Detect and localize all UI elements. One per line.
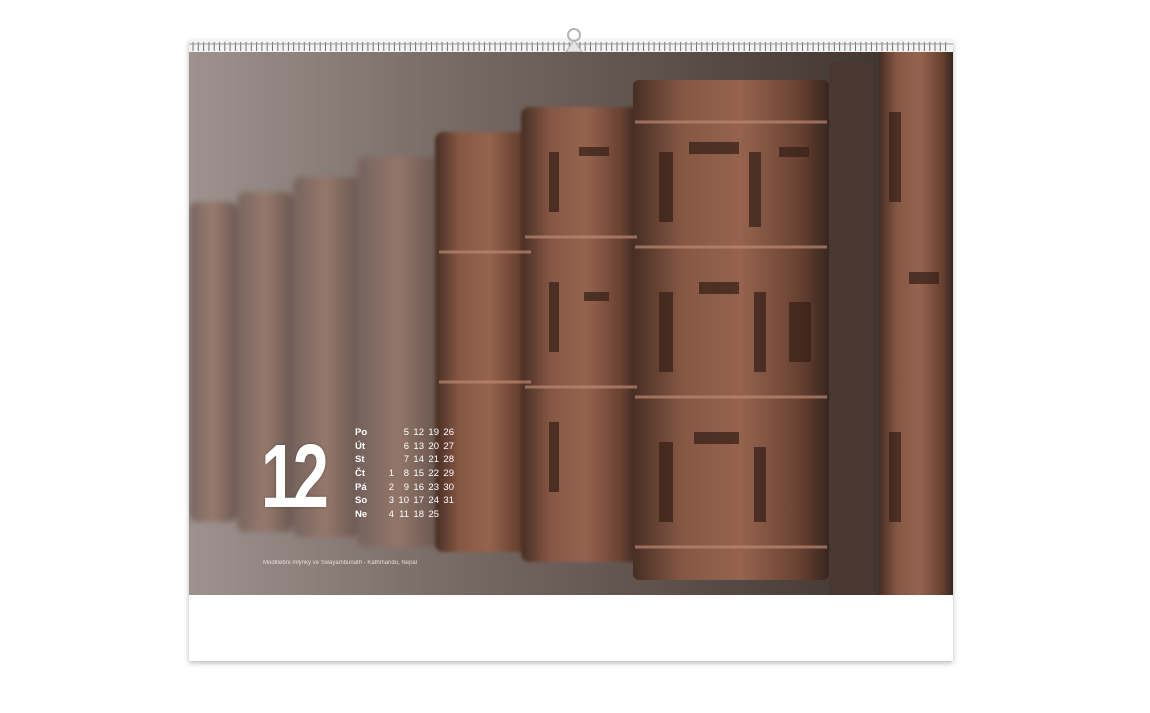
calendar-bottom-margin [189,595,953,661]
day-number: 2 [388,481,394,493]
wall-calendar: 12 Po 5 12 19 26 Út 6 13 20 27 St 7 14 21 28 Čt 1 8 15 22 29… [189,28,953,661]
weekday-row: Pá 2 9 16 23 30 [355,480,455,494]
weekday-label: So [355,495,368,507]
day-number: 21 [428,454,439,466]
day-number: 16 [413,481,424,493]
day-number: 1 [388,468,394,480]
day-number: 26 [443,427,454,439]
day-number: 23 [428,481,439,493]
day-number: 10 [398,495,409,507]
weekday-label: Po [355,427,368,439]
day-number: 11 [399,508,409,520]
day-number: 17 [413,495,424,507]
weekday-label: Ne [355,508,368,520]
day-number: 20 [428,440,439,452]
day-number: 13 [413,440,424,452]
day-number: 12 [413,427,424,439]
day-number: 9 [403,481,409,493]
month-number: 12 [261,427,329,527]
day-number: 3 [388,495,394,507]
day-number: 31 [443,495,454,507]
day-number: 5 [403,427,409,439]
day-number: 29 [443,468,454,480]
weekday-row: So 3 10 17 24 31 [355,494,455,508]
weekday-row: Ne 4 11 18 25 [355,508,455,522]
day-number: 30 [443,481,454,493]
calendar-photo: 12 Po 5 12 19 26 Út 6 13 20 27 St 7 14 21 28 Čt 1 8 15 22 29… [189,52,953,595]
weekday-row: Út 6 13 20 27 [355,440,455,454]
day-number: 27 [443,440,454,452]
day-number: 6 [403,440,409,452]
day-number: 4 [388,508,394,520]
day-number: 24 [428,495,439,507]
day-number: 25 [428,508,439,520]
weekday-label: Pá [355,481,367,493]
day-number: 14 [413,454,424,466]
weekday-row: Po 5 12 19 26 [355,426,455,440]
day-number: 19 [428,427,439,439]
day-number: 28 [443,454,454,466]
photo-caption: Modlitební mlýnky ve Swayambunath - Kath… [263,560,418,566]
day-number: 7 [403,454,409,466]
weekday-label: St [355,454,365,466]
day-number: 15 [413,468,424,480]
weekday-label: Čt [355,468,366,480]
day-number: 8 [403,468,409,480]
day-number: 22 [428,468,439,480]
day-grid: Po 5 12 19 26 Út 6 13 20 27 St 7 14 21 28 Čt 1 8 15 22 29 Pá 2… [355,426,455,521]
weekday-label: Út [355,440,366,452]
weekday-row: Čt 1 8 15 22 29 [355,467,455,481]
weekday-row: St 7 14 21 28 [355,453,455,467]
day-number: 18 [413,508,424,520]
